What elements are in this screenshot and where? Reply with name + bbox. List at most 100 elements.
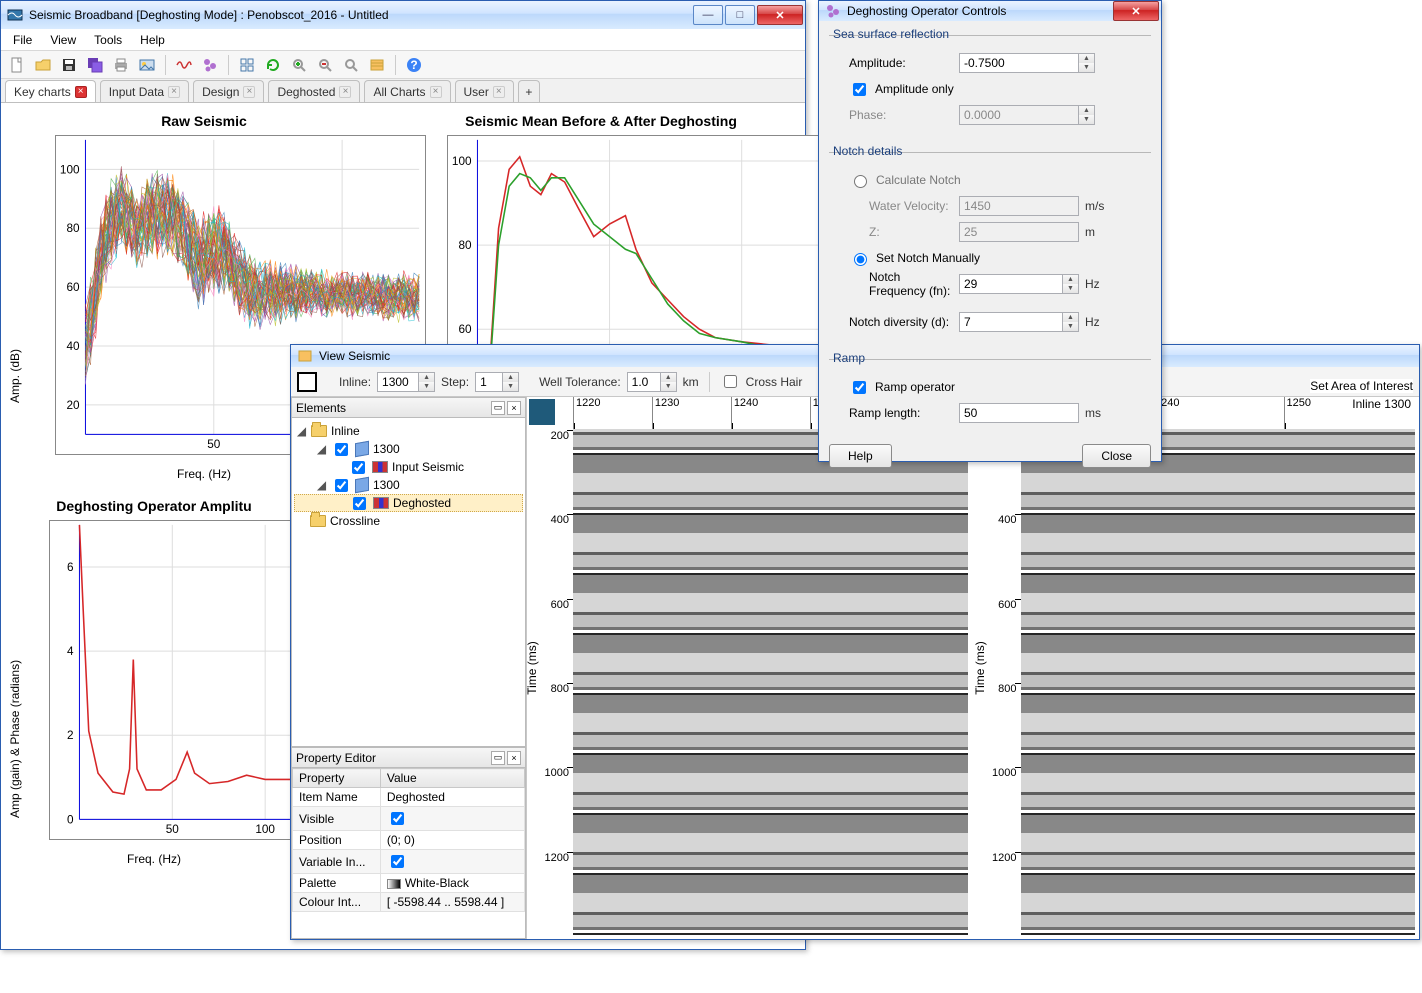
- close-tab-icon[interactable]: ×: [339, 86, 351, 98]
- refresh-icon[interactable]: [261, 53, 285, 77]
- open-icon[interactable]: [31, 53, 55, 77]
- tab-deghosted[interactable]: Deghosted×: [268, 80, 360, 102]
- tab-all-charts[interactable]: All Charts×: [364, 80, 450, 102]
- tree-checkbox[interactable]: [335, 443, 348, 456]
- wavelet-icon[interactable]: [172, 53, 196, 77]
- seismic-left-dock: Elements ▭ × ◢Inline ◢1300 Input Seismic…: [291, 397, 527, 939]
- tree-row-selected[interactable]: Deghosted: [294, 494, 523, 512]
- menu-help[interactable]: Help: [132, 31, 173, 49]
- seismic-section-2[interactable]: Set Area of Interest Inline 1300 1230124…: [972, 397, 1420, 939]
- print-icon[interactable]: [109, 53, 133, 77]
- view-seismic-icon[interactable]: [365, 53, 389, 77]
- manual-notch-radio[interactable]: [854, 253, 867, 266]
- inline-input[interactable]: [377, 372, 419, 392]
- close-button[interactable]: Close: [1082, 444, 1151, 468]
- amplitude-input[interactable]: [959, 53, 1079, 73]
- table-row[interactable]: Colour Int...[ -5598.44 .. 5598.44 ]: [293, 893, 525, 912]
- help-button[interactable]: Help: [829, 444, 892, 468]
- tree-row[interactable]: ◢1300: [294, 476, 523, 494]
- svg-text:60: 60: [458, 323, 472, 336]
- amplitude-only-checkbox[interactable]: [853, 83, 866, 96]
- ramp-operator-checkbox[interactable]: [853, 381, 866, 394]
- tab-key-charts[interactable]: Key charts×: [5, 80, 96, 102]
- spin-buttons[interactable]: ▲▼: [1063, 312, 1079, 332]
- panel-float-icon[interactable]: ▭: [491, 401, 505, 415]
- tree-row[interactable]: ◢1300: [294, 440, 523, 458]
- zoom-out-icon[interactable]: [313, 53, 337, 77]
- y-axis-label: Time (ms): [972, 641, 986, 695]
- spin-buttons[interactable]: ▲▼: [661, 372, 677, 392]
- tab-user[interactable]: User×: [455, 80, 514, 102]
- menu-view[interactable]: View: [42, 31, 84, 49]
- close-button[interactable]: ✕: [757, 5, 803, 25]
- aoi-label: Set Area of Interest: [1310, 379, 1413, 393]
- tree-row[interactable]: Input Seismic: [294, 458, 523, 476]
- panel-float-icon[interactable]: ▭: [491, 751, 505, 765]
- close-tab-icon[interactable]: ×: [430, 86, 442, 98]
- spin-buttons[interactable]: ▲▼: [503, 372, 519, 392]
- table-row[interactable]: Position(0; 0): [293, 831, 525, 850]
- svg-text:50: 50: [166, 823, 180, 836]
- palette-icon[interactable]: [297, 372, 317, 392]
- step-input[interactable]: [475, 372, 503, 392]
- panel-close-icon[interactable]: ×: [507, 751, 521, 765]
- spin-buttons[interactable]: ▲▼: [419, 372, 435, 392]
- chart-title: Raw Seismic: [9, 113, 399, 129]
- property-table: PropertyValue Item NameDeghosted Visible…: [292, 768, 525, 912]
- notch-freq-input[interactable]: [959, 274, 1063, 294]
- save-all-icon[interactable]: [83, 53, 107, 77]
- calc-notch-radio[interactable]: [854, 175, 867, 188]
- elements-tree[interactable]: ◢Inline ◢1300 Input Seismic ◢1300 Deghos…: [291, 417, 526, 747]
- close-tab-icon[interactable]: ×: [168, 86, 180, 98]
- table-row[interactable]: PaletteWhite-Black: [293, 874, 525, 893]
- amplitude-label: Amplitude:: [829, 56, 959, 70]
- operator-icon: [825, 3, 841, 19]
- notch-diversity-input[interactable]: [959, 312, 1063, 332]
- close-button[interactable]: ✕: [1113, 1, 1159, 21]
- menu-tools[interactable]: Tools: [86, 31, 130, 49]
- tab-design[interactable]: Design×: [193, 80, 264, 102]
- seismic-canvas[interactable]: [573, 429, 968, 935]
- minimize-button[interactable]: —: [693, 5, 723, 25]
- save-icon[interactable]: [57, 53, 81, 77]
- property-editor-body[interactable]: PropertyValue Item NameDeghosted Visible…: [291, 767, 526, 939]
- close-tab-icon[interactable]: ×: [243, 86, 255, 98]
- new-icon[interactable]: [5, 53, 29, 77]
- close-tab-icon[interactable]: ×: [493, 86, 505, 98]
- table-row[interactable]: Item NameDeghosted: [293, 788, 525, 807]
- property-editor-header[interactable]: Property Editor ▭ ×: [291, 747, 526, 767]
- table-row[interactable]: Visible: [293, 807, 525, 831]
- help-icon[interactable]: ?: [402, 53, 426, 77]
- table-row[interactable]: Variable In...: [293, 850, 525, 874]
- spin-buttons[interactable]: ▲▼: [1063, 274, 1079, 294]
- maximize-button[interactable]: □: [725, 5, 755, 25]
- variable-in-checkbox[interactable]: [391, 855, 404, 868]
- seismic-section-1[interactable]: Inline 1300 - Inpu 122012301240125012 20…: [527, 397, 972, 939]
- main-titlebar[interactable]: Seismic Broadband [Deghosting Mode] : Pe…: [1, 1, 805, 29]
- tree-checkbox[interactable]: [352, 461, 365, 474]
- tree-row[interactable]: ◢Inline: [294, 422, 523, 440]
- tab-input-data[interactable]: Input Data×: [100, 80, 189, 102]
- tree-row[interactable]: Crossline: [294, 512, 523, 530]
- tree-checkbox[interactable]: [353, 497, 366, 510]
- spin-buttons[interactable]: ▲▼: [1079, 53, 1095, 73]
- well-tol-input[interactable]: [627, 372, 661, 392]
- visible-checkbox[interactable]: [391, 812, 404, 825]
- tree-checkbox[interactable]: [335, 479, 348, 492]
- cross-hair-checkbox[interactable]: [724, 375, 737, 388]
- operator-titlebar[interactable]: Deghosting Operator Controls ✕: [819, 1, 1161, 21]
- palette-swatch-icon: [387, 879, 401, 889]
- elements-panel-header[interactable]: Elements ▭ ×: [291, 397, 526, 417]
- close-tab-icon[interactable]: ×: [75, 86, 87, 98]
- menu-file[interactable]: File: [5, 31, 40, 49]
- zoom-fit-icon[interactable]: [339, 53, 363, 77]
- operator-controls-icon[interactable]: [198, 53, 222, 77]
- add-tab-button[interactable]: +: [518, 80, 540, 102]
- seismic-canvas[interactable]: [1021, 429, 1416, 935]
- grid-icon[interactable]: [235, 53, 259, 77]
- ramp-length-input[interactable]: [959, 403, 1079, 423]
- panel-close-icon[interactable]: ×: [507, 401, 521, 415]
- zoom-in-icon[interactable]: [287, 53, 311, 77]
- chart-plot[interactable]: 501000246: [49, 520, 328, 840]
- export-image-icon[interactable]: [135, 53, 159, 77]
